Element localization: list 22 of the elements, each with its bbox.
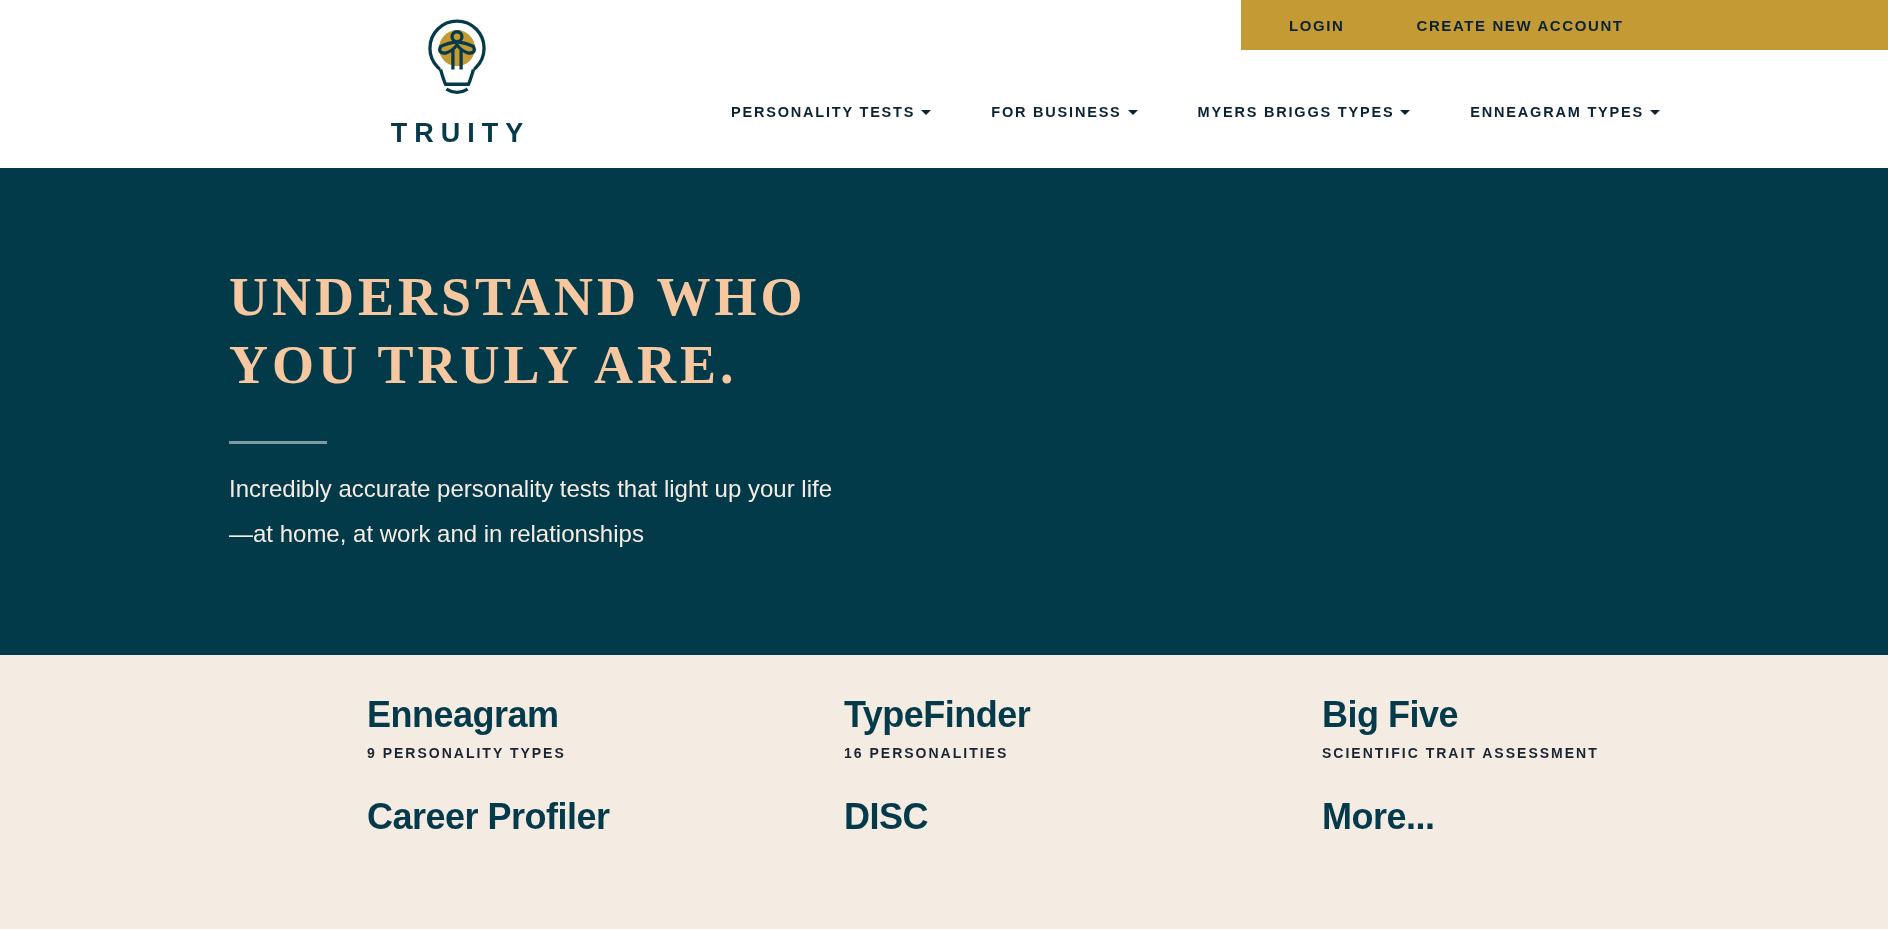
nav-menu-item[interactable]: MYERS BRIGGS TYPES <box>1197 104 1411 120</box>
test-link[interactable]: More... <box>1322 795 1435 839</box>
test-link[interactable]: Enneagram <box>367 693 559 737</box>
test-tagline: 9 PERSONALITY TYPES <box>367 745 566 761</box>
test-link[interactable]: Big Five <box>1322 693 1459 737</box>
hero-subtitle: Incredibly accurate personality tests that light up your life—at home, at work and in relationships <box>229 474 833 549</box>
test-tagline: SCIENTIFIC TRAIT ASSESSMENT <box>1322 745 1599 761</box>
nav-menu-item[interactable]: ENNEAGRAM TYPES <box>1470 104 1660 120</box>
caret-icon <box>1127 109 1138 115</box>
nav-menu-item[interactable]: PERSONALITY TESTS <box>731 104 932 120</box>
caret-icon <box>1400 109 1411 115</box>
test-link[interactable]: TypeFinder <box>844 693 1031 737</box>
caret-icon <box>1650 109 1660 115</box>
account-link[interactable]: CREATE NEW ACCOUNT <box>1416 16 1624 34</box>
caret-icon <box>921 109 932 115</box>
nav-menu-item[interactable]: FOR BUSINESS <box>991 104 1138 120</box>
account-link[interactable]: LOGIN <box>1289 16 1345 34</box>
test-tagline: 16 PERSONALITIES <box>844 745 1009 761</box>
hero-heading: UNDERSTAND WHO YOU TRULY ARE. <box>229 266 808 397</box>
test-link[interactable]: Career Profiler <box>367 795 610 839</box>
test-link[interactable]: DISC <box>844 795 928 839</box>
logo-wordmark[interactable]: TRUITY <box>390 118 531 148</box>
